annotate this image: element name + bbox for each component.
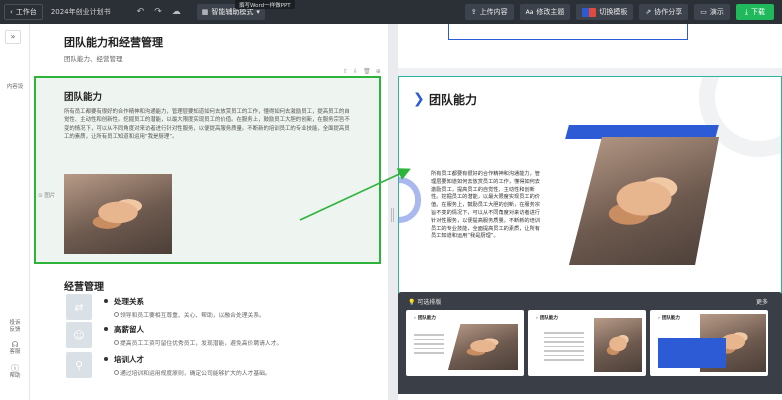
help-icon: ⓘ — [11, 364, 19, 373]
share-icon: ⇗ — [645, 8, 652, 16]
move-down-icon[interactable]: ⇩ — [353, 68, 358, 75]
collaborate-share-button[interactable]: ⇗ 协作分享 — [639, 4, 689, 20]
mgmt-item-title[interactable]: 处理关系 — [104, 296, 144, 307]
outline-editor: 团队能力和经营管理 团队能力、经营管理 ⇧ ⇩ 🗑 ⊕ 团队能力 所有员工都要有… — [30, 24, 388, 400]
top-toolbar: ‹ 工作台 2024年创业计划书 ↶ ↷ ☁ ▦ 智能辅助模式 ▾ ⇪ 上传内容… — [0, 0, 782, 24]
mgmt-item[interactable]: ⚲ 培训人才 通过培训和运用规度原则，确定公司能够扩大的人才基础。 — [64, 352, 364, 382]
image-icon: ⊙ — [38, 193, 43, 199]
move-up-icon[interactable]: ⇧ — [343, 68, 348, 75]
template-thumbnail-icon — [582, 7, 597, 17]
add-icon[interactable]: ⊕ — [376, 68, 381, 75]
mgmt-item-desc[interactable]: 领导和员工要相互尊重、关心、帮助，以融合处理关系。 — [114, 310, 265, 319]
switch-template-button[interactable]: 切换模板 — [576, 4, 634, 20]
chevron-right-icon: ❯ — [413, 91, 425, 107]
mgmt-item-title[interactable]: 培训人才 — [104, 354, 144, 365]
document-title[interactable]: 2024年创业计划书 — [51, 7, 111, 17]
layout-card-title: 团队能力 — [536, 315, 558, 321]
present-button[interactable]: ▭ 演示 — [694, 4, 730, 20]
feedback-label-2: 反馈 — [9, 327, 21, 333]
selected-content-block[interactable]: 团队能力 所有员工都要有很好的合作精神和沟通能力，管理层要知道如何去放赏员工的工… — [34, 76, 381, 264]
undo-icon[interactable]: ↶ — [137, 7, 145, 17]
layout-card-title: 团队能力 — [658, 315, 680, 321]
mgmt-item-desc[interactable]: 提高员工工资可留住优秀员工，发现潜能，避免高价聘请人才。 — [113, 338, 282, 347]
mode-tooltip: 撰写Word一样做PPT — [235, 0, 295, 9]
template-label: 切换模板 — [599, 8, 628, 16]
present-icon: ▭ — [700, 8, 707, 16]
section-title[interactable]: 团队能力和经营管理 — [64, 34, 163, 50]
headset-icon: ☊ — [11, 340, 19, 349]
layout-icon: ▦ — [201, 8, 209, 16]
salary-icon: ☺ — [66, 322, 92, 348]
redo-icon[interactable]: ↷ — [154, 7, 162, 17]
chevron-left-icon: ‹ — [10, 8, 13, 16]
team-hands-image[interactable] — [64, 174, 172, 254]
mgmt-item-desc[interactable]: 通过培训和运用规度原则，确定公司能够扩大的人才基础。 — [114, 368, 271, 377]
layout-options-label: 可选排版 — [417, 299, 442, 306]
change-theme-button[interactable]: Aa 修改主题 — [519, 4, 571, 20]
back-to-workspace-button[interactable]: ‹ 工作台 — [4, 4, 43, 20]
content-settings-item[interactable]: 内容设 — [0, 84, 30, 91]
service-label: 客服 — [9, 349, 21, 355]
slide-title: 团队能力 — [429, 93, 478, 107]
left-rail: » 内容设 投诉 反馈 ☊ 客服 ⓘ 帮助 — [0, 24, 30, 400]
previous-slide-preview[interactable] — [398, 24, 782, 68]
mgmt-item[interactable]: ☺ 高薪留人 提高员工工资可留住优秀员工，发现潜能，避免高价聘请人才。 — [64, 322, 364, 352]
upload-icon: ⇪ — [470, 8, 477, 16]
content-settings-label: 内容设 — [6, 84, 24, 90]
image-side-label: ⊙ 图片 — [38, 191, 55, 199]
cloud-icon[interactable]: ☁ — [172, 7, 181, 17]
slide-preview-panel: ❯ 团队能力 所有员工都要有很好的合作精神和沟通能力，管理层要知道如何去放赏员工… — [398, 24, 782, 400]
upload-label: 上传内容 — [479, 8, 508, 16]
image-label: 图片 — [44, 193, 56, 199]
layout-card-title: 团队能力 — [414, 315, 436, 321]
present-label: 演示 — [709, 8, 724, 16]
download-label: 下载 — [751, 8, 765, 16]
layout-card[interactable]: 团队能力 — [650, 310, 768, 376]
share-label: 协作分享 — [654, 8, 683, 16]
slide-text: 所有员工都要有很好的合作精神和沟通能力，管理层要知道如何去放赏员工的工作，懂得如… — [431, 171, 540, 240]
expand-outline-button[interactable]: » — [5, 30, 21, 44]
slide-image — [569, 137, 719, 265]
decorative-arc — [399, 177, 421, 223]
download-icon: ⤓ — [744, 7, 748, 16]
feedback-label-1: 投诉 — [9, 320, 21, 326]
block-text[interactable]: 所有员工都要有很好的合作精神和沟通能力，管理层要知道如何去放赏员工的工作，懂得如… — [64, 108, 354, 141]
splitter-grip-icon[interactable] — [391, 208, 394, 222]
next-slide-preview[interactable] — [398, 394, 782, 400]
mgmt-item-title[interactable]: 高薪留人 — [104, 324, 144, 335]
theme-swatch-icon: Aa — [525, 8, 534, 16]
block-title[interactable]: 团队能力 — [64, 89, 102, 103]
management-title[interactable]: 经营管理 — [64, 278, 104, 293]
more-layouts-link[interactable]: 更多 — [756, 297, 768, 306]
layout-options-header: 💡 可选排版 — [408, 297, 441, 306]
back-label: 工作台 — [15, 8, 37, 16]
theme-label: 修改主题 — [536, 8, 565, 16]
download-button[interactable]: ⤓ 下载 — [735, 4, 774, 20]
current-slide-preview[interactable]: ❯ 团队能力 所有员工都要有很好的合作精神和沟通能力，管理层要知道如何去放赏员工… — [398, 76, 782, 312]
layout-recommendations: 💡 可选排版 更多 团队能力 团队能力 团队能力 — [398, 292, 782, 400]
caret-down-icon: ▾ — [256, 8, 260, 16]
upload-content-button[interactable]: ⇪ 上传内容 — [464, 4, 514, 20]
relationship-icon: ⇄ — [66, 294, 92, 320]
delete-icon[interactable]: 🗑 — [363, 68, 371, 75]
block-toolbar: ⇧ ⇩ 🗑 ⊕ — [343, 68, 381, 75]
mgmt-item[interactable]: ⇄ 处理关系 领导和员工要相互尊重、关心、帮助，以融合处理关系。 — [64, 294, 364, 324]
section-subtitle[interactable]: 团队能力、经营管理 — [64, 53, 123, 63]
help-button[interactable]: ⓘ 帮助 — [0, 364, 30, 380]
customer-service-button[interactable]: ☊ 客服 — [0, 340, 30, 356]
training-icon: ⚲ — [66, 352, 92, 378]
bulb-icon: 💡 — [408, 299, 416, 306]
panel-splitter[interactable] — [388, 24, 398, 400]
feedback-button[interactable]: 投诉 反馈 — [0, 320, 30, 334]
layout-card[interactable]: 团队能力 — [528, 310, 646, 376]
slide-accent-band — [565, 125, 719, 139]
layout-card[interactable]: 团队能力 — [406, 310, 524, 376]
help-label: 帮助 — [9, 373, 21, 379]
